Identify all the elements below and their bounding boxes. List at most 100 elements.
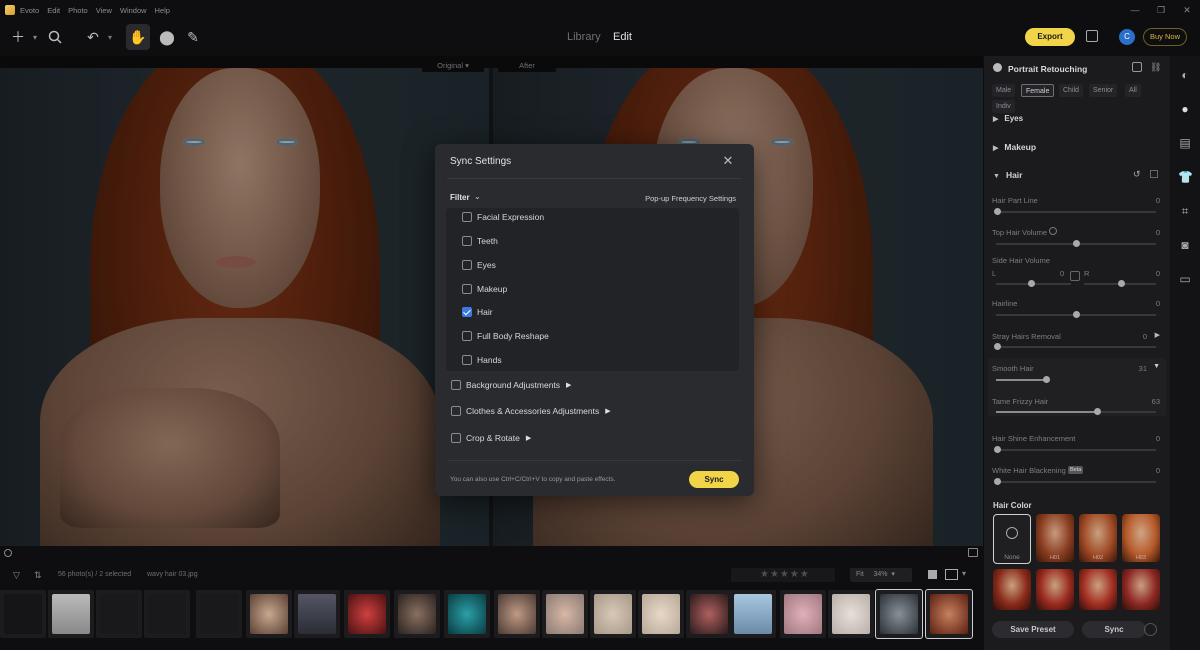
checkbox[interactable] — [462, 236, 472, 246]
tab-edit[interactable]: Edit — [613, 31, 632, 43]
hand-icon[interactable]: ✋ — [129, 28, 147, 46]
chevron-down-icon[interactable]: ▾ — [962, 569, 966, 578]
checkbox[interactable] — [451, 433, 461, 443]
expand-arrow-icon[interactable]: ▶ — [605, 407, 610, 415]
info-icon[interactable] — [4, 549, 12, 557]
chip-senior[interactable]: Senior — [1089, 84, 1118, 97]
sync-options-icon[interactable] — [1144, 623, 1157, 636]
thumbnail[interactable] — [686, 590, 732, 638]
hide-icon[interactable] — [1150, 170, 1158, 178]
checkbox[interactable] — [462, 331, 472, 341]
folder-icon[interactable]: ▭ — [1178, 272, 1192, 286]
expand-arrow-icon[interactable]: ▶ — [526, 434, 531, 442]
tab-library[interactable]: Library — [567, 31, 601, 43]
thumbnail[interactable] — [344, 590, 390, 638]
thumbnail[interactable] — [394, 590, 440, 638]
palette-icon[interactable]: ◐ — [1178, 68, 1192, 82]
slider-hair-shine-enhancement[interactable] — [994, 446, 1156, 453]
slider-hair-part-line[interactable] — [994, 208, 1156, 215]
checkbox-checked[interactable] — [462, 307, 472, 317]
group-background-adjustments[interactable]: Background Adjustments ▶ — [451, 378, 571, 392]
search-icon[interactable] — [46, 28, 64, 46]
menu-help[interactable]: Help — [155, 6, 170, 15]
undo-history-chevron-icon[interactable]: ▾ — [101, 28, 119, 46]
thumbnail[interactable] — [48, 590, 94, 638]
slider-smooth-hair[interactable] — [996, 376, 1050, 383]
expand-icon[interactable] — [1132, 62, 1142, 72]
slider-tame-frizzy-hair[interactable] — [996, 408, 1156, 415]
stamp-icon[interactable]: ⬤ — [158, 28, 176, 46]
hair-color-swatch-2[interactable]: H02 — [1079, 514, 1117, 562]
chip-all[interactable]: All — [1125, 84, 1141, 97]
panel-toggle-icon[interactable] — [968, 548, 978, 557]
hair-color-swatch-1[interactable]: H01 — [1036, 514, 1074, 562]
filter-icon[interactable]: ▽ — [13, 570, 20, 581]
hair-color-swatch-6[interactable] — [1079, 569, 1117, 610]
hair-color-swatch-3[interactable]: H03 — [1122, 514, 1160, 562]
thumbnail[interactable] — [828, 590, 874, 638]
undo-icon[interactable]: ↶ — [84, 28, 102, 46]
section-hair[interactable]: ▼ Hair — [993, 170, 1022, 180]
close-icon[interactable]: ✕ — [720, 153, 736, 169]
thumbnail-selected[interactable] — [875, 589, 923, 639]
thumbnail[interactable] — [590, 590, 636, 638]
avatar[interactable]: C — [1119, 29, 1135, 45]
reset-icon[interactable]: ↺ — [1133, 169, 1141, 180]
save-preset-button[interactable]: Save Preset — [992, 621, 1074, 638]
option-teeth[interactable]: Teeth — [462, 234, 498, 248]
expand-arrow-icon[interactable]: ▶ — [566, 381, 571, 389]
star-rating[interactable]: ★★★★★ — [760, 569, 810, 580]
expand-arrow-icon[interactable]: ▶ — [1155, 331, 1160, 339]
option-full-body-reshape[interactable]: Full Body Reshape — [462, 329, 549, 343]
add-icon[interactable]: ＋ — [9, 28, 27, 46]
chip-child[interactable]: Child — [1059, 84, 1083, 97]
menu-edit[interactable]: Edit — [47, 6, 60, 15]
slider-side-hair-volume-right[interactable] — [1084, 280, 1156, 287]
checkbox[interactable] — [451, 406, 461, 416]
checkbox[interactable] — [451, 380, 461, 390]
option-makeup[interactable]: Makeup — [462, 282, 507, 296]
thumbnail[interactable] — [144, 590, 190, 638]
checkbox[interactable] — [462, 260, 472, 270]
group-clothes-accessories-adjustments[interactable]: Clothes & Accessories Adjustments ▶ — [451, 404, 611, 418]
chevron-down-icon[interactable]: ▾ — [26, 28, 44, 46]
panel-sync-button[interactable]: Sync — [1082, 621, 1146, 638]
menu-view[interactable]: View — [96, 6, 112, 15]
crop-icon[interactable]: ⌗ — [1178, 204, 1192, 218]
filter-dropdown[interactable]: Filter — [450, 193, 470, 202]
clothes-icon[interactable]: 👕 — [1178, 170, 1193, 184]
thumbnail[interactable] — [730, 590, 776, 638]
checkbox[interactable] — [462, 284, 472, 294]
hair-color-swatch-7[interactable] — [1122, 569, 1160, 610]
minimize-icon[interactable]: — — [1122, 0, 1148, 20]
compare-view-toggle-icon[interactable] — [945, 569, 958, 580]
link-sides-icon[interactable] — [1070, 271, 1080, 281]
chip-male[interactable]: Male — [992, 84, 1016, 97]
section-makeup[interactable]: ▶ Makeup — [993, 142, 1036, 152]
checkbox[interactable] — [462, 212, 472, 222]
option-hands[interactable]: Hands — [462, 353, 502, 367]
thumbnail[interactable] — [96, 590, 142, 638]
export-button[interactable]: Export — [1025, 28, 1075, 46]
sort-icon[interactable]: ⇅ — [34, 570, 42, 581]
sync-button[interactable]: Sync — [689, 471, 739, 488]
collapse-arrow-icon[interactable]: ▼ — [1153, 363, 1160, 370]
thumbnail[interactable] — [0, 590, 46, 638]
popup-frequency-settings-link[interactable]: Pop-up Frequency Settings — [645, 194, 736, 203]
background-icon[interactable]: ▤ — [1178, 136, 1192, 150]
close-window-icon[interactable]: ✕ — [1174, 0, 1200, 20]
zoom-select[interactable]: Fit 34% ▾ — [850, 568, 912, 582]
thumbnail[interactable] — [542, 590, 588, 638]
group-crop-rotate[interactable]: Crop & Rotate ▶ — [451, 431, 531, 445]
brush-icon[interactable]: ✎ — [184, 28, 202, 46]
thumbnail[interactable] — [294, 590, 340, 638]
compare-view-icon[interactable] — [1086, 30, 1098, 42]
slider-white-hair-blackening[interactable] — [994, 478, 1156, 485]
slider-stray-hairs-removal[interactable] — [994, 343, 1156, 350]
info-icon[interactable] — [1049, 227, 1057, 235]
slider-top-hair-volume[interactable] — [996, 240, 1156, 247]
thumbnail[interactable] — [638, 590, 684, 638]
option-hair[interactable]: Hair — [462, 305, 493, 319]
thumbnail[interactable] — [246, 590, 292, 638]
menu-photo[interactable]: Photo — [68, 6, 88, 15]
